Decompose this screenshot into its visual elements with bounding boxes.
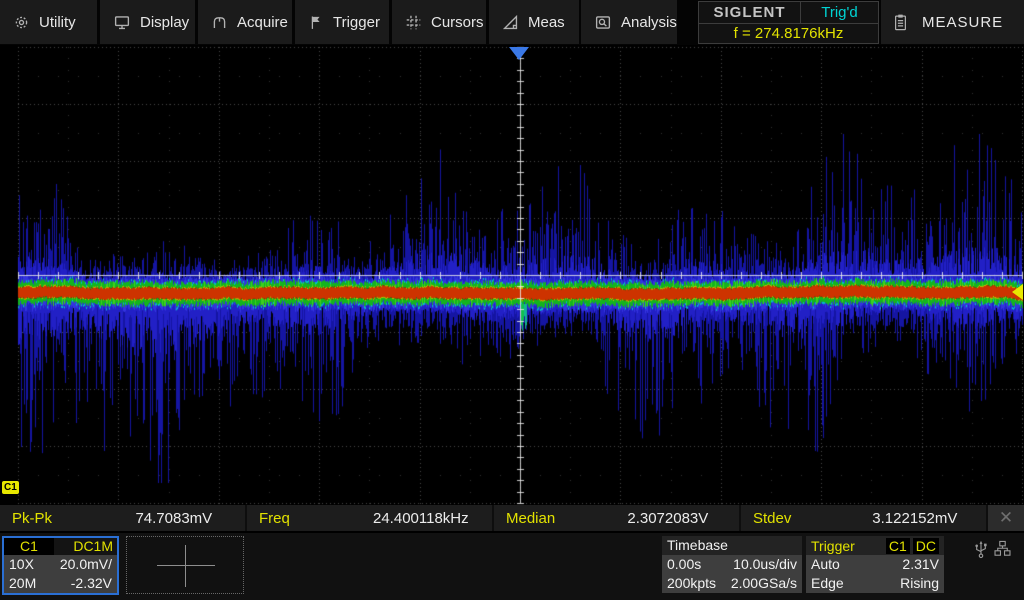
measurement-pkpk[interactable]: Pk-Pk 74.7083mV [0,505,245,531]
menu-acquire-label: Acquire [237,13,288,31]
channel1-attenuation: 10X [9,556,34,572]
trigger-source: C1 [885,537,910,554]
channel1-ground-marker[interactable]: C1 [2,481,19,494]
bottom-status-bar: C1 DC1M 10X 20.0mV/ 20M -2.32V Timebase … [0,533,1024,600]
trigger-status: Trig'd [821,4,858,21]
measurement-label: Pk-Pk [12,509,53,527]
measurement-bar: Pk-Pk 74.7083mV Freq 24.400118kHz Median… [0,505,1024,531]
menu-utility-label: Utility [39,13,76,31]
measurement-label: Stdev [753,509,792,527]
display-icon [114,15,130,29]
waveform-display[interactable] [0,46,1024,505]
menu-trigger-label: Trigger [333,13,380,31]
channel1-offset: -2.32V [70,575,112,591]
trigger-mode: Auto [811,556,840,572]
plus-icon [185,545,186,587]
menu-analysis-label: Analysis [621,13,677,31]
active-menu-title[interactable]: MEASURE [881,0,1024,44]
trigger-type: Edge [811,575,844,591]
channel1-name: C1 [4,538,54,555]
trigger-level-marker[interactable] [1012,284,1023,300]
menu-display-label: Display [140,13,190,31]
timebase-descriptor-box[interactable]: Timebase 0.00s 10.0us/div 200kpts 2.00GS… [662,536,802,595]
oscilloscope-screen: Utility Display Acquire Trigger Cursors … [0,0,1024,600]
analysis-icon [595,15,611,29]
menu-cursors-label: Cursors [431,13,484,31]
channel1-scale: 20.0mV/ [59,556,112,572]
menu-meas[interactable]: Meas [489,0,579,44]
measurement-value: 74.7083mV [135,509,213,527]
active-menu-label: MEASURE [922,13,1004,31]
trigger-level: 2.31V [902,556,939,572]
trigger-coupling: DC [912,537,939,554]
timebase-memory: 200kpts [667,575,717,591]
menu-cursors[interactable]: Cursors [392,0,486,44]
usb-icon [975,540,987,559]
trigger-status-panel: SIGLENT Trig'd f = 274.8176kHz [698,1,879,44]
gear-icon [15,16,28,28]
measurement-median[interactable]: Median 2.3072083V [494,505,739,531]
measurement-value: 2.3072083V [627,509,709,527]
top-menu-bar: Utility Display Acquire Trigger Cursors … [0,0,1024,45]
siglent-logo: SIGLENT [699,2,801,23]
plus-icon [157,565,215,566]
add-channel-placeholder[interactable] [126,536,244,594]
cursors-icon [406,15,421,29]
close-measurements-button[interactable]: ✕ [988,505,1024,531]
acquire-arch-icon [213,16,226,28]
close-icon: ✕ [998,508,1014,527]
trigger-position-marker[interactable] [509,47,529,60]
timebase-samplerate: 2.00GSa/s [730,575,797,591]
measurement-value: 3.122152mV [872,509,958,527]
trigger-descriptor-box[interactable]: Trigger C1 DC Auto 2.31V Edge Rising [806,536,944,595]
menu-trigger[interactable]: Trigger [295,0,389,44]
menu-analysis[interactable]: Analysis [581,0,677,44]
trigger-frequency-readout: f = 274.8176kHz [733,25,844,42]
timebase-scale: 10.0us/div [733,556,797,572]
menu-display[interactable]: Display [100,0,195,44]
menu-meas-label: Meas [528,13,565,31]
measure-ruler-icon [502,14,518,29]
trigger-flag-icon [311,16,320,29]
trigger-title: Trigger [811,537,855,554]
timebase-title: Timebase [662,536,802,555]
measurement-label: Freq [259,509,290,527]
status-icons [974,540,1011,559]
measurement-label: Median [506,509,556,527]
lan-icon [994,540,1011,556]
clipboard-icon [895,14,906,30]
measurement-freq[interactable]: Freq 24.400118kHz [247,505,492,531]
trigger-slope: Rising [900,575,939,591]
channel1-descriptor-box[interactable]: C1 DC1M 10X 20.0mV/ 20M -2.32V [2,536,119,595]
channel1-coupling: DC1M [73,538,113,554]
measurement-stdev[interactable]: Stdev 3.122152mV [741,505,986,531]
menu-utility[interactable]: Utility [0,0,97,44]
channel1-bandwidth: 20M [9,575,37,591]
menu-acquire[interactable]: Acquire [198,0,292,44]
measurement-value: 24.400118kHz [373,509,469,527]
timebase-delay: 0.00s [667,556,702,572]
